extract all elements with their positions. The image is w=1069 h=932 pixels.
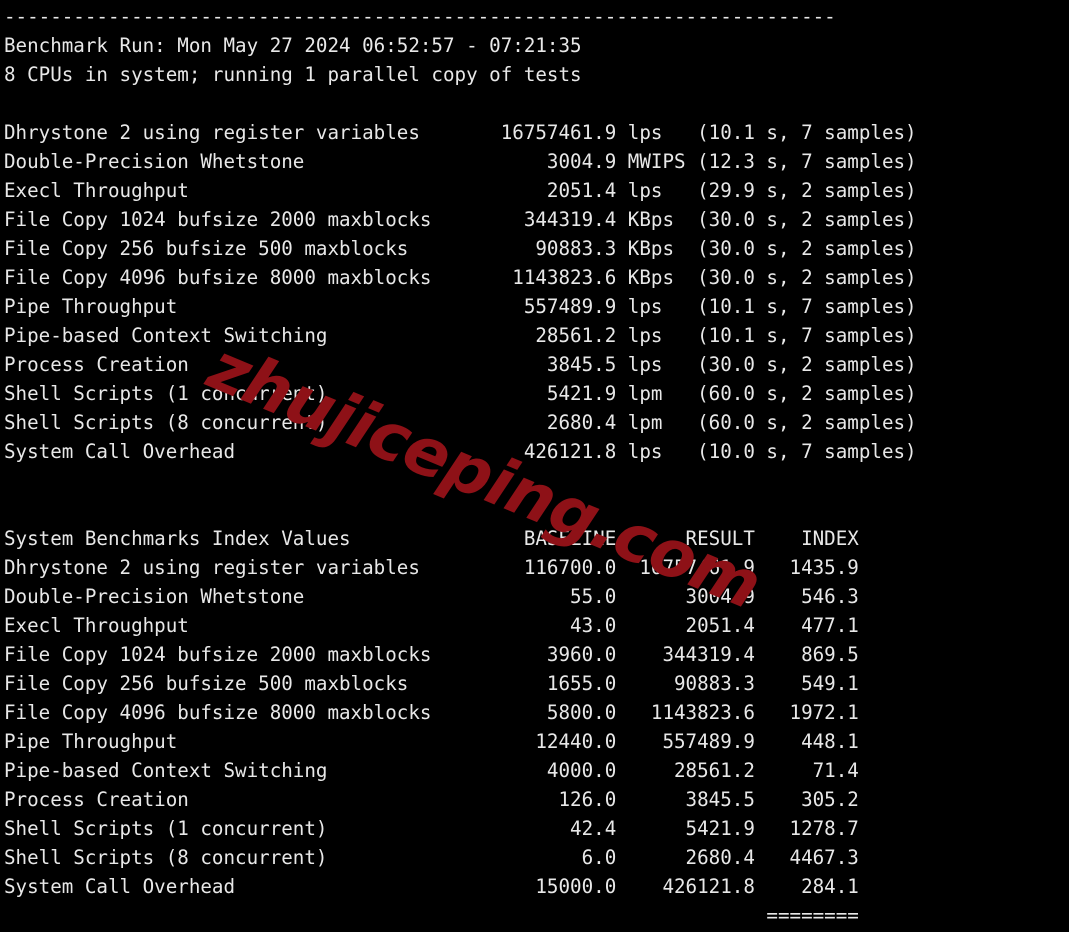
- result-row: File Copy 256 bufsize 500 maxblocks 9088…: [4, 237, 917, 260]
- result-row: Process Creation 3845.5 lps (30.0 s, 2 s…: [4, 353, 917, 376]
- index-table-row: Shell Scripts (8 concurrent) 6.0 2680.4 …: [4, 846, 859, 869]
- result-row: Pipe-based Context Switching 28561.2 lps…: [4, 324, 917, 347]
- terminal-output: ----------------------------------------…: [0, 0, 917, 932]
- result-row: Dhrystone 2 using register variables 167…: [4, 121, 917, 144]
- index-table-row: System Call Overhead 15000.0 426121.8 28…: [4, 875, 859, 898]
- index-table-row: File Copy 1024 bufsize 2000 maxblocks 39…: [4, 643, 859, 666]
- result-row: Double-Precision Whetstone 3004.9 MWIPS …: [4, 150, 917, 173]
- score-separator: ========: [4, 904, 859, 927]
- index-table-header: System Benchmarks Index Values BASELINE …: [4, 527, 859, 550]
- index-table-row: Process Creation 126.0 3845.5 305.2: [4, 788, 859, 811]
- index-table-row: Double-Precision Whetstone 55.0 3004.9 5…: [4, 585, 859, 608]
- result-row: File Copy 1024 bufsize 2000 maxblocks 34…: [4, 208, 917, 231]
- benchmark-run-line: Benchmark Run: Mon May 27 2024 06:52:57 …: [4, 34, 582, 57]
- result-row: Shell Scripts (8 concurrent) 2680.4 lpm …: [4, 411, 917, 434]
- dashed-separator: ----------------------------------------…: [4, 5, 836, 28]
- index-table-row: File Copy 4096 bufsize 8000 maxblocks 58…: [4, 701, 859, 724]
- result-row: Execl Throughput 2051.4 lps (29.9 s, 2 s…: [4, 179, 917, 202]
- index-table-row: Shell Scripts (1 concurrent) 42.4 5421.9…: [4, 817, 859, 840]
- result-row: Pipe Throughput 557489.9 lps (10.1 s, 7 …: [4, 295, 917, 318]
- index-table-row: Pipe-based Context Switching 4000.0 2856…: [4, 759, 859, 782]
- index-table-row: File Copy 256 bufsize 500 maxblocks 1655…: [4, 672, 859, 695]
- cpu-info-line: 8 CPUs in system; running 1 parallel cop…: [4, 63, 582, 86]
- result-row: File Copy 4096 bufsize 8000 maxblocks 11…: [4, 266, 917, 289]
- terminal-window: ----------------------------------------…: [0, 0, 1069, 932]
- result-row: System Call Overhead 426121.8 lps (10.0 …: [4, 440, 917, 463]
- index-table-row: Dhrystone 2 using register variables 116…: [4, 556, 859, 579]
- index-table-row: Execl Throughput 43.0 2051.4 477.1: [4, 614, 859, 637]
- result-row: Shell Scripts (1 concurrent) 5421.9 lpm …: [4, 382, 917, 405]
- index-table-row: Pipe Throughput 12440.0 557489.9 448.1: [4, 730, 859, 753]
